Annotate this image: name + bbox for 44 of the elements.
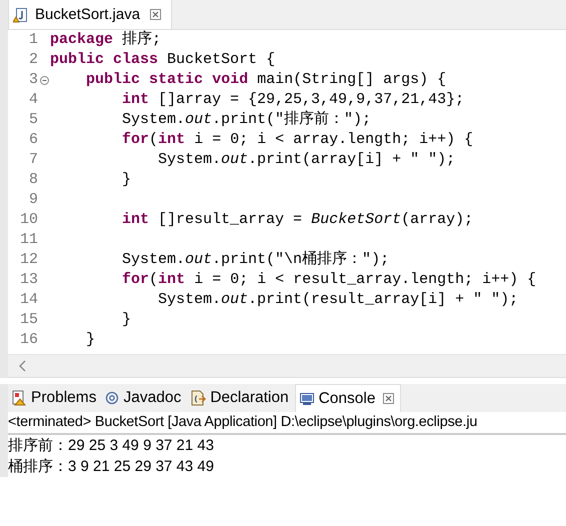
console-output-line: 桶排序：3 9 21 25 29 37 43 49 — [8, 457, 215, 477]
code-line: System.out.print("\n桶排序："); — [121, 250, 390, 270]
declaration-icon — [190, 390, 206, 406]
line-number: 2 — [28, 50, 38, 70]
line-number: 14 — [18, 290, 38, 310]
close-icon[interactable] — [383, 393, 394, 404]
collapse-icon[interactable] — [40, 76, 48, 84]
problems-icon — [11, 390, 27, 406]
code-line: for(int i = 0; i < array.length; i++) { — [121, 130, 474, 150]
console-output-line: 排序前：29 25 3 49 9 37 21 43 — [8, 436, 215, 456]
editor-tab[interactable]: BucketSort.java — [8, 0, 172, 29]
scroll-left-icon[interactable] — [19, 360, 27, 372]
line-number: 4 — [28, 90, 38, 110]
code-line: int []result_array = BucketSort(array); — [121, 210, 474, 230]
code-line: for(int i = 0; i < result_array.length; i++) { — [121, 270, 536, 290]
line-number: 13 — [18, 270, 38, 290]
code-line: } — [121, 310, 132, 330]
line-number: 3 — [28, 70, 38, 90]
code-line: public class BucketSort { — [50, 50, 276, 70]
line-number: 15 — [18, 310, 38, 330]
line-number: 1 — [28, 30, 38, 50]
at-icon — [105, 391, 120, 405]
line-number: 11 — [18, 230, 38, 250]
line-number: 12 — [18, 250, 38, 270]
code-line: System.out.print("排序前："); — [121, 110, 372, 130]
code-line: public static void main(String[] args) { — [85, 70, 446, 90]
line-number: 16 — [18, 330, 38, 348]
console-icon — [298, 390, 315, 406]
horizontal-scrollbar[interactable] — [8, 354, 566, 378]
line-number: 7 — [28, 150, 38, 170]
code-line: package 排序; — [50, 30, 162, 50]
code-line: } — [121, 170, 132, 190]
close-icon[interactable] — [150, 9, 162, 20]
java-file-icon — [13, 6, 29, 22]
line-number: 8 — [28, 170, 38, 190]
code-line: System.out.print(result_array[i] + " "); — [157, 290, 518, 310]
code-line: int []array = {29,25,3,49,9,37,21,43}; — [121, 90, 464, 110]
panel-tab[interactable]: Console — [294, 384, 402, 412]
line-number: 6 — [28, 130, 38, 150]
code-line: } — [85, 330, 96, 348]
code-line: System.out.print(array[i] + " "); — [157, 150, 456, 170]
line-number: 9 — [28, 190, 38, 210]
line-number: 5 — [28, 110, 38, 130]
line-number: 10 — [18, 210, 38, 230]
